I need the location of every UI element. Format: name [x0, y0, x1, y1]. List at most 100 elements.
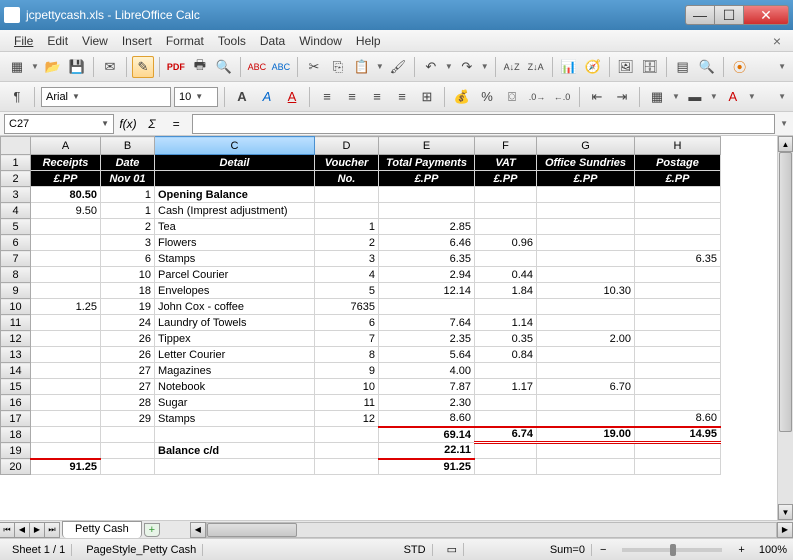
header-cell[interactable]: £.PP [31, 171, 101, 187]
header-cell[interactable]: £.PP [635, 171, 721, 187]
cell[interactable]: 12 [315, 411, 379, 427]
cell[interactable]: 91.25 [31, 459, 101, 475]
cell[interactable]: 19.00 [537, 427, 635, 443]
cell[interactable] [635, 203, 721, 219]
gallery-icon[interactable]: 🖼 [615, 56, 637, 78]
redo-icon[interactable]: ↷ [456, 56, 478, 78]
status-signature-icon[interactable]: ▭ [441, 543, 464, 556]
toolbar-overflow[interactable]: ▼ [777, 62, 787, 71]
underline-icon[interactable]: A [281, 86, 303, 108]
cell[interactable]: 9 [315, 363, 379, 379]
decrease-indent-icon[interactable]: ⇤ [586, 86, 608, 108]
cell[interactable]: 28 [101, 395, 155, 411]
cell[interactable] [101, 459, 155, 475]
cell[interactable]: 6.46 [379, 235, 475, 251]
cell[interactable]: 0.35 [475, 331, 537, 347]
menu-tools[interactable]: Tools [212, 32, 252, 50]
cell-reference-input[interactable]: C27▼ [4, 114, 114, 134]
cell[interactable]: 2.00 [537, 331, 635, 347]
select-all-corner[interactable] [1, 137, 31, 155]
grid[interactable]: ABCDEFGH1ReceiptsDateDetailVoucherTotal … [0, 136, 777, 520]
cell[interactable] [31, 427, 101, 443]
cell[interactable]: 7635 [315, 299, 379, 315]
column-header[interactable]: D [315, 137, 379, 155]
cell[interactable]: 3 [101, 235, 155, 251]
cell[interactable] [537, 203, 635, 219]
bgcolor-icon[interactable]: ▬ [684, 86, 706, 108]
vertical-scrollbar[interactable]: ▲ ▼ [777, 136, 793, 520]
row-header[interactable]: 2 [1, 171, 31, 187]
cell[interactable]: 6.35 [379, 251, 475, 267]
header-cell[interactable]: Total Payments [379, 155, 475, 171]
cell[interactable]: Envelopes [155, 283, 315, 299]
add-sheet-icon[interactable]: + [144, 523, 160, 537]
cell[interactable]: Laundry of Towels [155, 315, 315, 331]
row-header[interactable]: 15 [1, 379, 31, 395]
cell[interactable] [31, 395, 101, 411]
cell[interactable] [537, 347, 635, 363]
cell[interactable] [635, 363, 721, 379]
scroll-down-icon[interactable]: ▼ [778, 504, 793, 520]
cell[interactable]: Magazines [155, 363, 315, 379]
cell[interactable]: 2 [101, 219, 155, 235]
column-header[interactable]: G [537, 137, 635, 155]
cell[interactable] [31, 379, 101, 395]
cell[interactable]: 24 [101, 315, 155, 331]
cell[interactable] [315, 203, 379, 219]
cell[interactable]: Parcel Courier [155, 267, 315, 283]
cell[interactable] [315, 443, 379, 459]
undo-icon[interactable]: ↶ [420, 56, 442, 78]
hscroll-thumb[interactable] [207, 523, 297, 537]
cell[interactable]: Balance c/d [155, 443, 315, 459]
cell[interactable] [635, 347, 721, 363]
menu-view[interactable]: View [76, 32, 114, 50]
column-header[interactable]: F [475, 137, 537, 155]
cell[interactable]: 1 [101, 187, 155, 203]
horizontal-scrollbar[interactable]: ◀ ▶ [190, 522, 793, 538]
cell[interactable]: 26 [101, 331, 155, 347]
header-cell[interactable]: VAT [475, 155, 537, 171]
cell[interactable]: 4 [315, 267, 379, 283]
maximize-button[interactable]: ☐ [714, 5, 744, 25]
tab-last-icon[interactable]: ⏭ [44, 522, 60, 538]
menu-insert[interactable]: Insert [116, 32, 158, 50]
cell[interactable]: 27 [101, 363, 155, 379]
header-cell[interactable]: £.PP [475, 171, 537, 187]
cell[interactable]: Cash (Imprest adjustment) [155, 203, 315, 219]
menu-help[interactable]: Help [350, 32, 387, 50]
zoom-value[interactable]: 100% [759, 544, 787, 556]
cell[interactable]: 18 [101, 283, 155, 299]
cell[interactable]: 1 [315, 219, 379, 235]
scroll-up-icon[interactable]: ▲ [778, 136, 793, 152]
cell[interactable] [537, 459, 635, 475]
cell[interactable] [635, 235, 721, 251]
cell[interactable] [635, 187, 721, 203]
align-right-icon[interactable]: ≡ [366, 86, 388, 108]
cell[interactable]: 27 [101, 379, 155, 395]
undo-dropdown[interactable]: ▼ [444, 62, 454, 71]
header-cell[interactable]: Date [101, 155, 155, 171]
row-header[interactable]: 4 [1, 203, 31, 219]
paste-icon[interactable]: 📋 [351, 56, 373, 78]
cell[interactable] [635, 379, 721, 395]
cell[interactable] [31, 219, 101, 235]
spellcheck-icon[interactable]: ABC [246, 56, 268, 78]
cell[interactable]: 1.84 [475, 283, 537, 299]
cell[interactable]: 4.00 [379, 363, 475, 379]
cell[interactable] [101, 427, 155, 443]
cell[interactable] [537, 251, 635, 267]
menu-file[interactable]: File [8, 32, 39, 50]
cell[interactable] [31, 411, 101, 427]
cell[interactable] [635, 283, 721, 299]
cell[interactable] [315, 427, 379, 443]
preview-icon[interactable]: 🔍 [213, 56, 235, 78]
cell[interactable]: 6 [101, 251, 155, 267]
header-cell[interactable]: Nov 01 [101, 171, 155, 187]
row-header[interactable]: 20 [1, 459, 31, 475]
sort-desc-icon[interactable]: Z↓A [525, 56, 547, 78]
cell[interactable] [635, 267, 721, 283]
cell[interactable]: 3 [315, 251, 379, 267]
font-size-combo[interactable]: 10▼ [174, 87, 218, 107]
cell[interactable]: John Cox - coffee [155, 299, 315, 315]
zoom-out-icon[interactable]: − [600, 544, 606, 556]
